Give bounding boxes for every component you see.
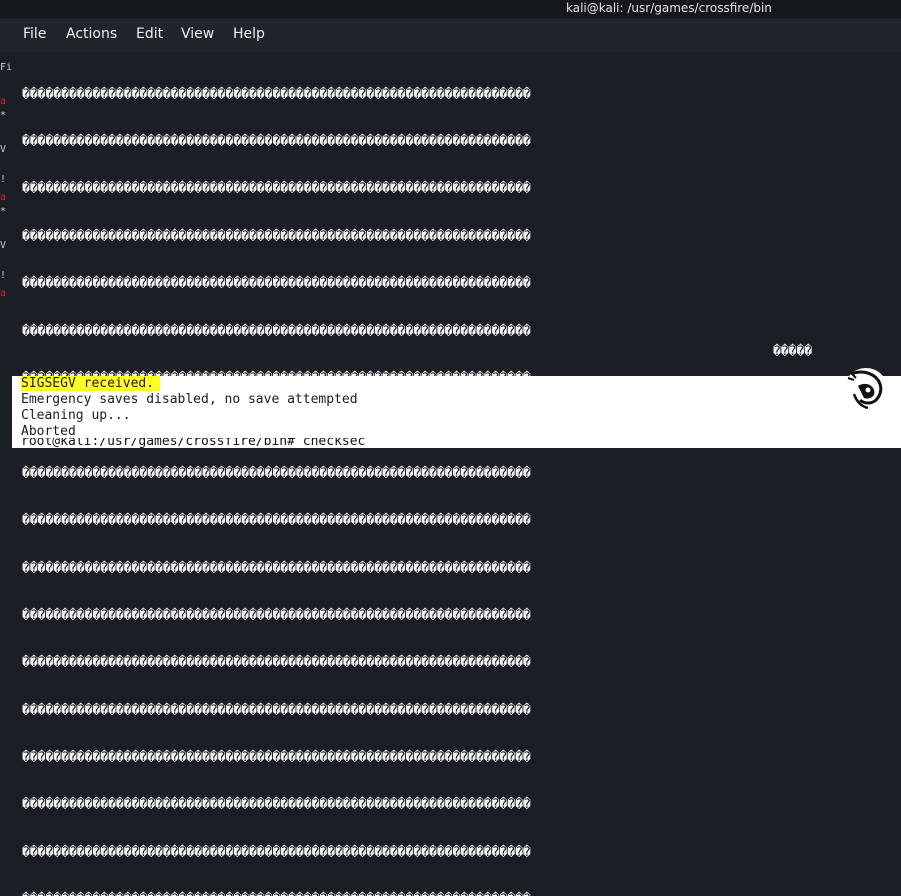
output-line: ����������������������������������������… [22,181,531,197]
output-line: ����������������������������������������… [22,655,531,671]
edge-text: V [0,144,7,155]
output-line: ����������������������������������������… [22,702,531,718]
edge-text: Fi [0,62,13,73]
emergency-line: Emergency saves disabled, no save attemp… [21,392,358,407]
menu-file[interactable]: File [23,26,46,42]
output-line: ����������������������������������������… [22,276,531,292]
prompt-text: root@kali:/usr/games/crossfire/bin# chec… [21,438,366,448]
terminal-log-area[interactable]: SIGSEGV received. Emergency saves disabl… [12,376,901,448]
output-line: ����������������������������������������… [22,323,531,339]
edge-text: ! [0,174,7,185]
window-titlebar: kali@kali: /usr/games/crossfire/bin [0,0,901,18]
output-line: ����������������������������������������… [22,228,531,244]
window-title: kali@kali: /usr/games/crossfire/bin [566,1,772,15]
menu-view[interactable]: View [181,26,214,42]
menu-edit[interactable]: Edit [136,26,163,42]
edge-text: a [0,288,7,299]
edge-text: * [0,206,7,217]
output-line: ����������������������������������������… [22,750,531,766]
menu-actions[interactable]: Actions [66,26,117,42]
cleaning-line: Cleaning up... [21,408,131,423]
output-line: ����������������������������������������… [22,133,531,149]
edge-text: a [0,192,7,203]
output-tail: ����� [773,344,813,359]
edge-text: a [0,96,7,107]
aborted-line: Aborted [21,424,76,439]
signal-line: SIGSEGV received. [21,376,161,391]
edge-text: V [0,240,7,251]
output-line: ����������������������������������������… [22,465,531,481]
highlighted-signal-text: SIGSEGV received. [21,376,161,391]
output-line: ����������������������������������������… [22,513,531,529]
menu-help[interactable]: Help [233,26,265,42]
menu-bar: File Actions Edit View Help [0,18,901,52]
background-window-edge: Fi a * V ! a * V ! a [0,52,12,372]
prompt-line-clipped: root@kali:/usr/games/crossfire/bin# chec… [12,438,901,448]
output-line: ����������������������������������������… [22,86,531,102]
kali-dragon-logo-icon [844,368,888,412]
edge-text: * [0,110,7,121]
output-line: ����������������������������������������… [22,607,531,623]
garbled-output: ����������������������������������������… [22,55,901,896]
output-line: ����������������������������������������… [22,892,901,896]
edge-text: ! [0,270,7,281]
terminal-output[interactable]: ����������������������������������������… [12,52,901,896]
output-line: ����������������������������������������… [22,560,531,576]
output-line: ����������������������������������������… [22,797,531,813]
output-line: ����������������������������������������… [22,844,531,860]
